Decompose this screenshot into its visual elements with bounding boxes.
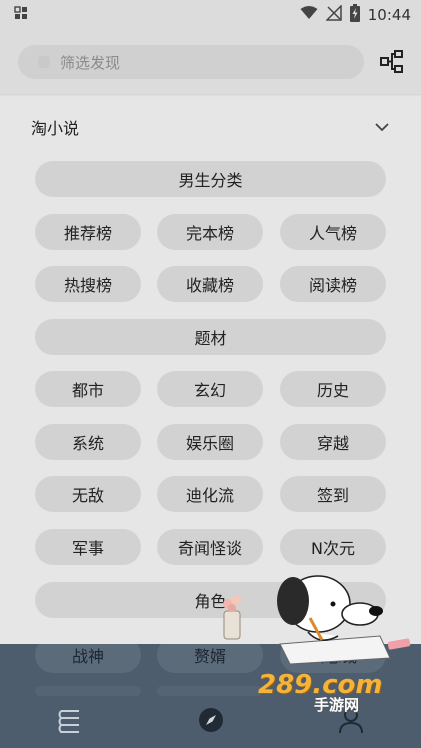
list-overflow-hint bbox=[35, 686, 141, 696]
tag-chip[interactable]: 系统 bbox=[35, 424, 141, 460]
tree-structure-icon[interactable] bbox=[377, 47, 407, 77]
bookshelf-icon[interactable] bbox=[56, 706, 84, 734]
tag-chip[interactable]: 推荐榜 bbox=[35, 214, 141, 250]
tag-chip[interactable]: 签到 bbox=[280, 476, 386, 512]
no-signal-icon bbox=[324, 4, 342, 25]
tag-chip[interactable]: 热搜榜 bbox=[35, 266, 141, 302]
snoopy-illustration bbox=[210, 556, 415, 670]
battery-charging-icon bbox=[349, 4, 360, 26]
status-bar: 10:44 bbox=[0, 0, 421, 30]
tag-chip[interactable]: 人气榜 bbox=[280, 214, 386, 250]
tag-chip[interactable]: 娱乐圈 bbox=[157, 424, 263, 460]
section-header[interactable]: 淘小说 bbox=[0, 108, 421, 146]
section-title: 淘小说 bbox=[31, 119, 80, 138]
status-time: 10:44 bbox=[367, 6, 411, 24]
tag-chip[interactable]: 完本榜 bbox=[157, 214, 263, 250]
group-title-theme[interactable]: 题材 bbox=[35, 319, 386, 355]
site-watermark: 289.com 手游网 bbox=[258, 670, 383, 714]
list-overflow-hint bbox=[157, 686, 263, 696]
tag-chip[interactable]: 迪化流 bbox=[157, 476, 263, 512]
compass-icon[interactable] bbox=[197, 706, 225, 734]
tag-chip[interactable]: 阅读榜 bbox=[280, 266, 386, 302]
tag-chip[interactable]: 都市 bbox=[35, 371, 141, 407]
chevron-down-icon[interactable] bbox=[375, 122, 389, 132]
tag-chip[interactable]: 无敌 bbox=[35, 476, 141, 512]
tag-chip[interactable]: 收藏榜 bbox=[157, 266, 263, 302]
tag-chip[interactable]: 历史 bbox=[280, 371, 386, 407]
tag-chip[interactable]: 战神 bbox=[35, 644, 141, 673]
wifi-icon bbox=[300, 6, 318, 24]
group-title-male[interactable]: 男生分类 bbox=[35, 161, 386, 197]
tag-chip[interactable]: 穿越 bbox=[280, 424, 386, 460]
top-bar: 筛选发现 bbox=[0, 30, 421, 94]
search-placeholder: 筛选发现 bbox=[60, 53, 121, 72]
tag-chip[interactable]: 玄幻 bbox=[157, 371, 263, 407]
search-icon bbox=[38, 56, 50, 68]
notification-icon bbox=[14, 6, 28, 24]
search-input[interactable]: 筛选发现 bbox=[18, 45, 364, 79]
tag-chip[interactable]: 军事 bbox=[35, 529, 141, 565]
